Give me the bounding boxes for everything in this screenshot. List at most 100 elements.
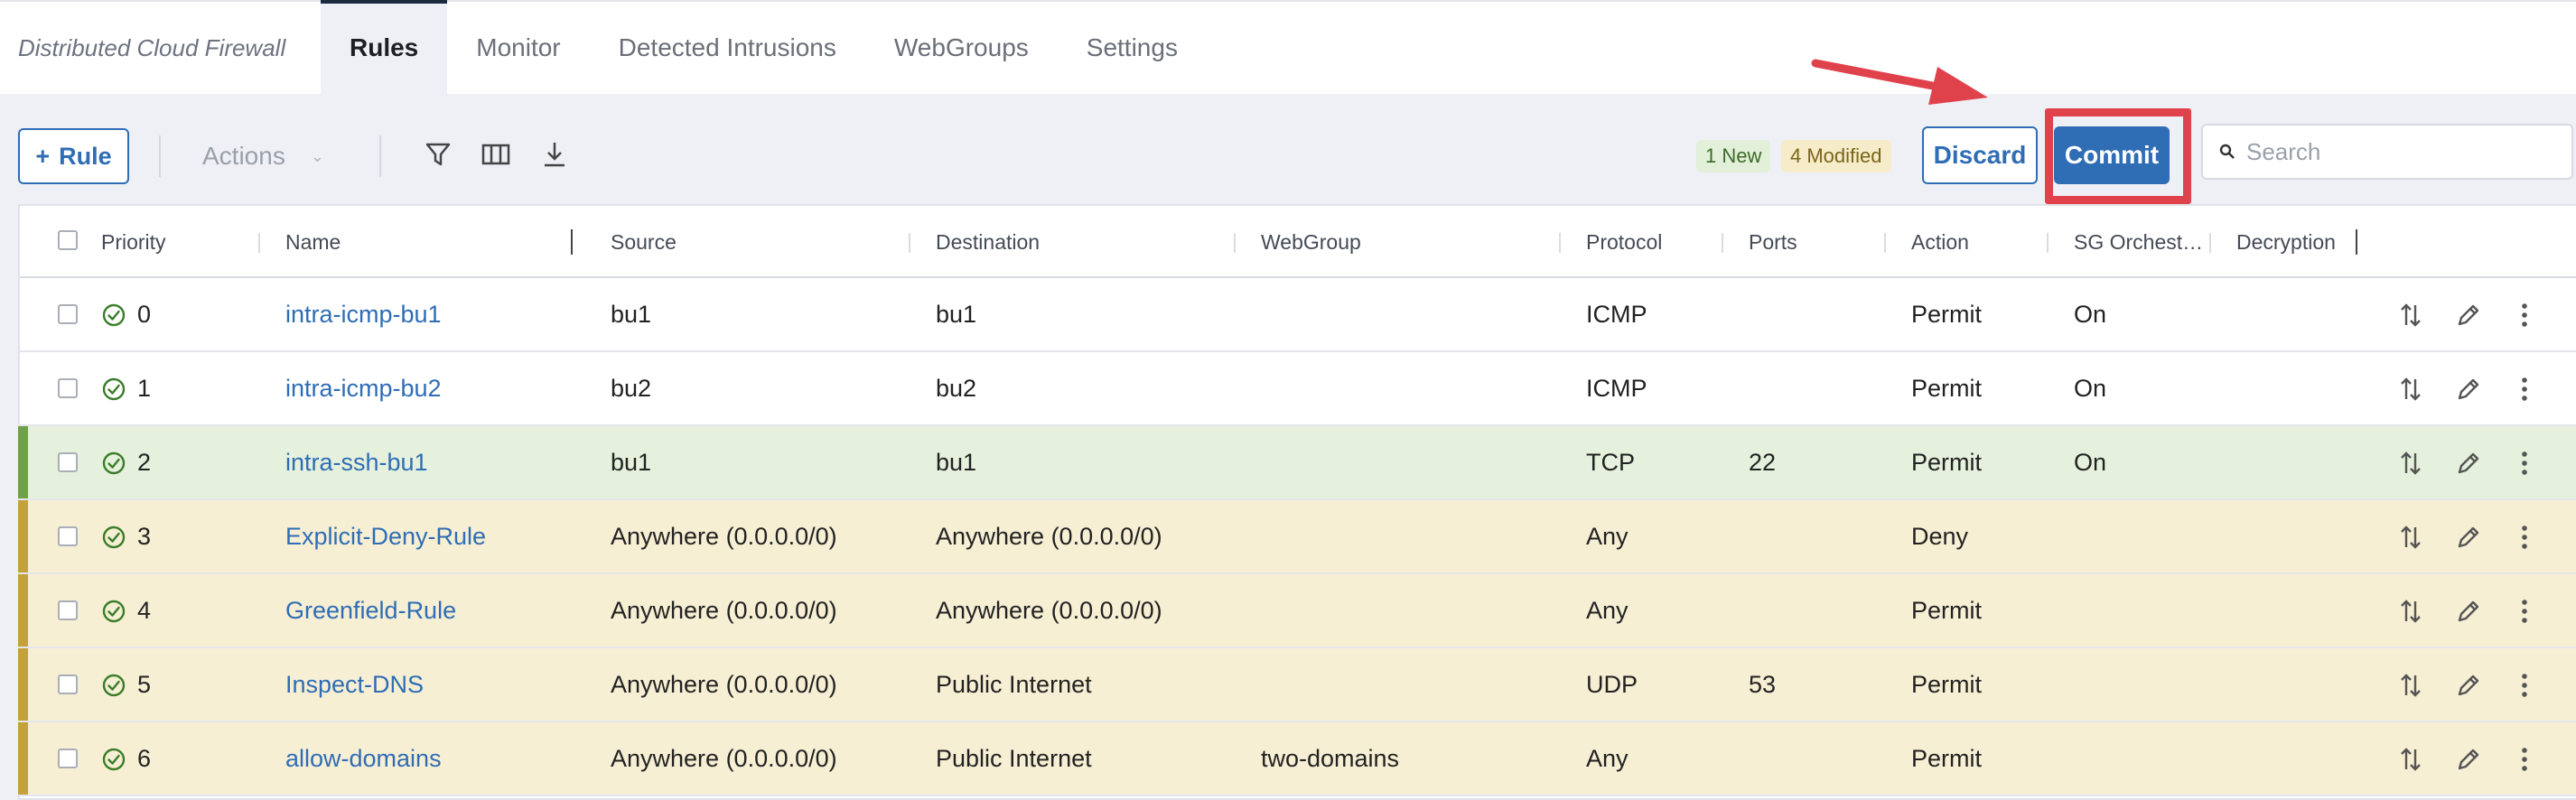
edit-icon[interactable] (2453, 670, 2484, 701)
more-options-icon[interactable] (2509, 448, 2540, 479)
rule-name-link[interactable]: Greenfield-Rule (285, 574, 456, 647)
reorder-icon[interactable] (2395, 522, 2426, 553)
column-header-source[interactable]: Source (611, 206, 677, 278)
tab-monitor[interactable]: Monitor (447, 2, 589, 94)
column-header-decryption[interactable]: Decryption (2236, 206, 2336, 278)
table-row[interactable]: 5 Inspect-DNS Anywhere (0.0.0.0/0) Public I… (18, 648, 2576, 722)
reorder-icon[interactable] (2395, 300, 2426, 330)
search-icon (2219, 144, 2235, 159)
action-cell: Permit (1911, 744, 1983, 772)
edit-icon[interactable] (2453, 300, 2484, 330)
rule-name-link[interactable]: intra-icmp-bu1 (285, 278, 442, 350)
table-row[interactable]: 1 intra-icmp-bu2 bu2 bu2 ICMP Permit On (20, 352, 2576, 426)
edit-icon[interactable] (2453, 522, 2484, 553)
destination-cell: bu1 (936, 300, 977, 328)
more-options-icon[interactable] (2509, 744, 2540, 775)
rules-table: Priority Name Source Destination WebGrou… (18, 204, 2576, 800)
table-row[interactable]: 6 allow-domains Anywhere (0.0.0.0/0) Public… (18, 722, 2576, 796)
protocol-cell: Any (1586, 522, 1629, 550)
check-circle-icon (101, 673, 126, 698)
check-circle-icon (101, 377, 126, 402)
new-row-indicator (18, 426, 28, 498)
tab-settings[interactable]: Settings (1058, 2, 1207, 94)
column-header-priority[interactable]: Priority (101, 206, 166, 278)
action-cell: Permit (1911, 374, 1983, 402)
column-header-action[interactable]: Action (1911, 206, 1969, 278)
source-cell: bu1 (611, 448, 652, 476)
table-row[interactable]: 0 intra-icmp-bu1 bu1 bu1 ICMP Permit On (20, 278, 2576, 352)
top-nav: Distributed Cloud Firewall Rules Monitor… (0, 0, 2576, 94)
rule-name-link[interactable]: intra-ssh-bu1 (285, 426, 428, 498)
reorder-icon[interactable] (2395, 670, 2426, 701)
table-row[interactable]: 4 Greenfield-Rule Anywhere (0.0.0.0/0) Anyw… (18, 574, 2576, 648)
ports-cell: 22 (1749, 448, 1777, 476)
destination-cell: Public Internet (936, 744, 1092, 772)
edit-icon[interactable] (2453, 596, 2484, 627)
column-divider[interactable] (1234, 233, 1236, 253)
column-divider[interactable] (2047, 233, 2049, 253)
edit-icon[interactable] (2453, 448, 2484, 479)
column-divider[interactable] (909, 233, 910, 253)
column-header-name[interactable]: Name (285, 206, 341, 278)
priority-cell: 4 (137, 596, 152, 624)
rule-name-link[interactable]: allow-domains (285, 722, 442, 795)
column-header-webgroup[interactable]: WebGroup (1261, 206, 1361, 278)
toolbar-divider (379, 135, 381, 177)
column-header-protocol[interactable]: Protocol (1586, 206, 1662, 278)
row-checkbox[interactable] (58, 749, 78, 768)
source-cell: Anywhere (0.0.0.0/0) (611, 596, 837, 624)
more-options-icon[interactable] (2509, 522, 2540, 553)
edit-icon[interactable] (2453, 744, 2484, 775)
row-checkbox[interactable] (58, 674, 78, 694)
rule-name-link[interactable]: intra-icmp-bu2 (285, 352, 442, 424)
download-icon[interactable] (538, 137, 571, 172)
commit-button[interactable]: Commit (2054, 126, 2170, 184)
column-divider[interactable] (1884, 233, 1886, 253)
more-options-icon[interactable] (2509, 374, 2540, 405)
table-row[interactable]: 3 Explicit-Deny-Rule Anywhere (0.0.0.0/0) A… (18, 500, 2576, 574)
column-resize-handle[interactable] (2356, 229, 2357, 255)
webgroup-cell: two-domains (1261, 744, 1400, 772)
column-divider[interactable] (258, 233, 260, 253)
row-checkbox[interactable] (58, 378, 78, 398)
search-input[interactable] (2246, 137, 2553, 166)
column-header-ports[interactable]: Ports (1749, 206, 1797, 278)
rule-name-link[interactable]: Inspect-DNS (285, 648, 424, 721)
tab-detected-intrusions[interactable]: Detected Intrusions (590, 2, 865, 94)
column-header-destination[interactable]: Destination (936, 206, 1040, 278)
column-header-sg-orchestration[interactable]: SG Orchest… (2074, 206, 2203, 278)
priority-cell: 5 (137, 670, 152, 698)
chevron-down-icon: ⌄ (310, 146, 324, 165)
source-cell: Anywhere (0.0.0.0/0) (611, 670, 837, 698)
modified-row-indicator (18, 574, 28, 647)
select-all-checkbox[interactable] (58, 230, 78, 250)
sg-orchestration-cell: On (2074, 448, 2107, 476)
columns-icon[interactable] (480, 137, 512, 172)
edit-icon[interactable] (2453, 374, 2484, 405)
source-cell: bu2 (611, 374, 652, 402)
tab-webgroups[interactable]: WebGroups (865, 2, 1058, 94)
discard-button[interactable]: Discard (1922, 126, 2038, 184)
reorder-icon[interactable] (2395, 596, 2426, 627)
row-checkbox[interactable] (58, 600, 78, 620)
add-rule-button[interactable]: + Rule (18, 128, 129, 184)
reorder-icon[interactable] (2395, 744, 2426, 775)
more-options-icon[interactable] (2509, 300, 2540, 330)
row-checkbox[interactable] (58, 304, 78, 324)
reorder-icon[interactable] (2395, 374, 2426, 405)
column-divider[interactable] (1722, 233, 1723, 253)
table-row[interactable]: 2 intra-ssh-bu1 bu1 bu1 TCP 22 Permit On (18, 426, 2576, 500)
plus-icon: + (35, 142, 51, 170)
tab-rules[interactable]: Rules (321, 0, 448, 94)
actions-dropdown[interactable]: Actions ⌄ (202, 135, 324, 177)
column-resize-handle[interactable] (571, 229, 573, 255)
row-checkbox[interactable] (58, 526, 78, 546)
rule-name-link[interactable]: Explicit-Deny-Rule (285, 500, 486, 572)
more-options-icon[interactable] (2509, 596, 2540, 627)
row-checkbox[interactable] (58, 452, 78, 472)
more-options-icon[interactable] (2509, 670, 2540, 701)
filter-icon[interactable] (422, 137, 454, 172)
reorder-icon[interactable] (2395, 448, 2426, 479)
column-divider[interactable] (1559, 233, 1561, 253)
column-divider[interactable] (2209, 233, 2211, 253)
